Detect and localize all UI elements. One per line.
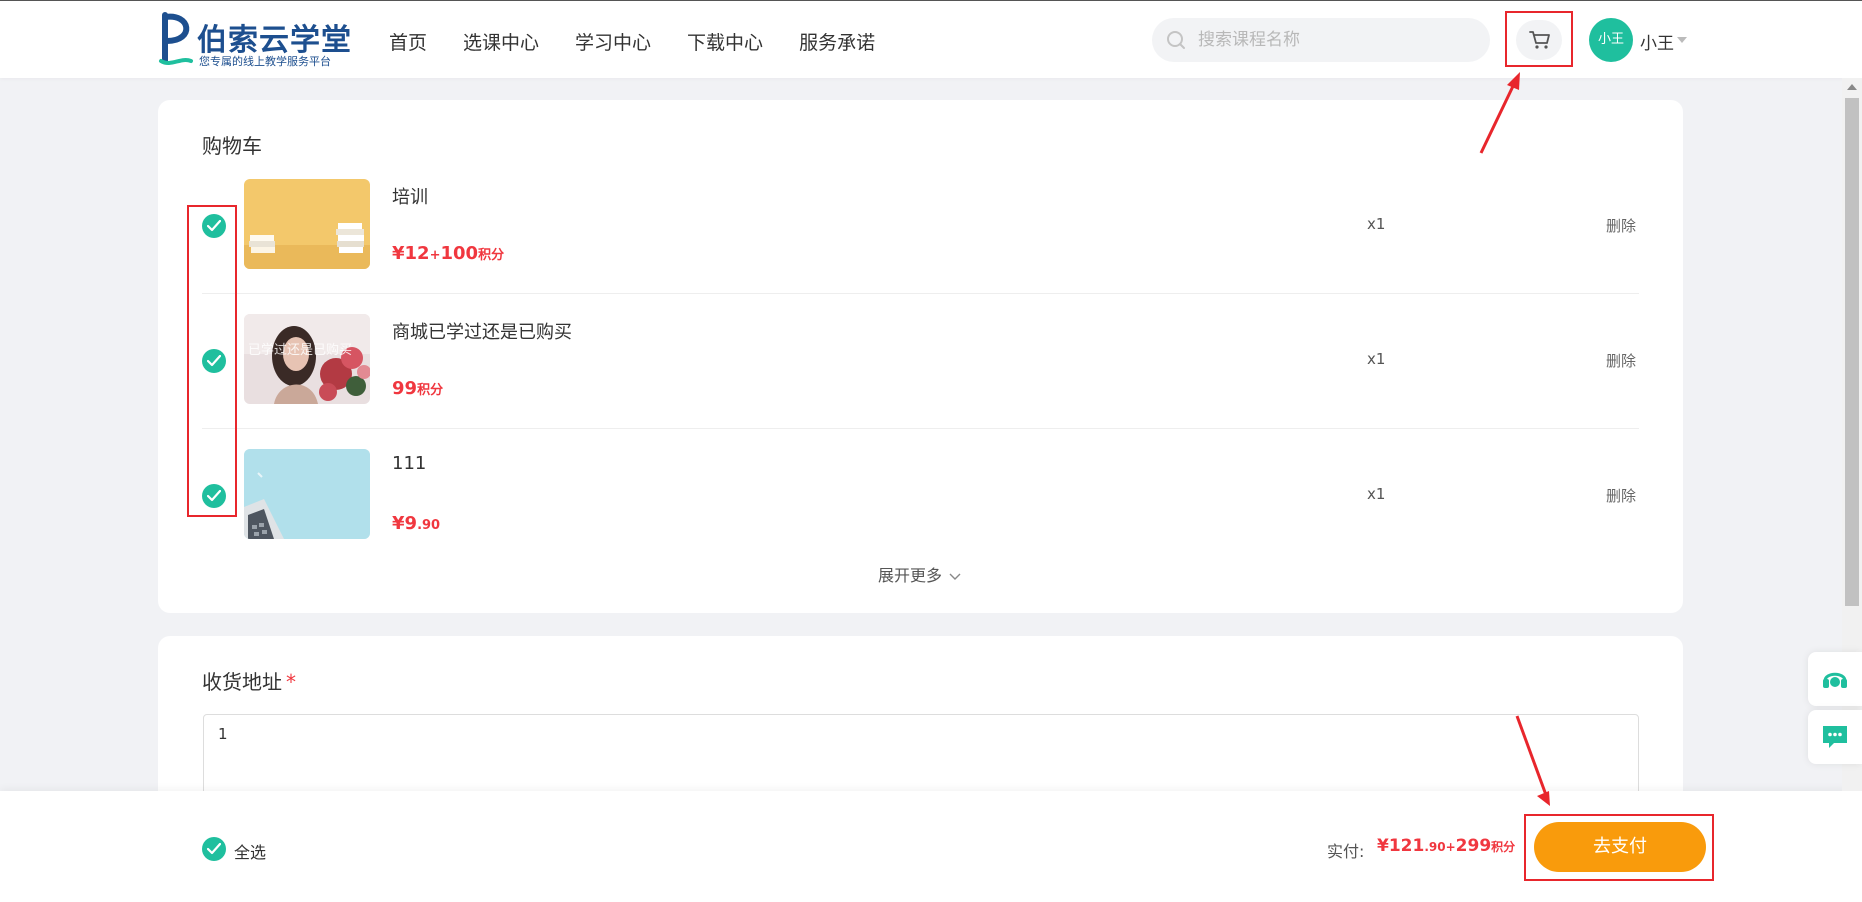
chat-button[interactable] [1808, 710, 1862, 764]
scrollbar-thumb[interactable] [1845, 98, 1859, 606]
item-price: 99积分 [392, 378, 444, 399]
search-icon[interactable] [1166, 30, 1186, 50]
item-quantity: x1 [1367, 215, 1386, 233]
required-mark: * [286, 670, 296, 694]
nav-course-center[interactable]: 选课中心 [463, 28, 539, 55]
item-name[interactable]: 培训 [392, 183, 428, 209]
item-thumbnail[interactable] [244, 179, 370, 269]
divider [202, 428, 1639, 429]
select-all-label[interactable]: 全选 [234, 839, 266, 863]
item-name[interactable]: 商城已学过还是已购买 [392, 318, 572, 344]
annotation-box-checkboxes [187, 205, 237, 517]
check-icon [207, 843, 221, 855]
logo-p-icon [159, 12, 193, 65]
nav-learning-center[interactable]: 学习中心 [575, 28, 651, 55]
item-thumbnail[interactable]: 已学过还是已购买 [244, 314, 370, 404]
item-quantity: x1 [1367, 350, 1386, 368]
delete-button[interactable]: 删除 [1606, 350, 1636, 371]
total-amount: ¥121.90+299积分 [1377, 836, 1516, 856]
item-quantity: x1 [1367, 485, 1386, 503]
user-menu-caret-icon[interactable] [1677, 37, 1687, 43]
nav-home[interactable]: 首页 [389, 28, 427, 55]
chat-icon [1823, 726, 1847, 748]
item-price: ¥9.90 [392, 513, 441, 534]
item-price: ¥12+100积分 [392, 243, 505, 264]
divider [202, 293, 1639, 294]
item-thumbnail[interactable] [244, 449, 370, 539]
select-all-checkbox[interactable] [202, 837, 226, 861]
address-title: 收货地址 * [202, 670, 296, 694]
headset-icon [1823, 672, 1847, 688]
top-header: 伯索云学堂 您专属的线上教学服务平台 首页 选课中心 学习中心 下载中心 服务承… [0, 0, 1862, 78]
chevron-down-icon [949, 573, 961, 580]
nav-service-promise[interactable]: 服务承诺 [799, 28, 875, 55]
logo-subtitle: 您专属的线上教学服务平台 [199, 55, 331, 68]
delete-button[interactable]: 删除 [1606, 215, 1636, 236]
svg-text:已学过还是已购买: 已学过还是已购买 [248, 342, 352, 358]
search-box [1152, 18, 1490, 62]
cart-title: 购物车 [202, 134, 262, 158]
site-logo[interactable]: 伯索云学堂 您专属的线上教学服务平台 [157, 9, 351, 69]
expand-more-label: 展开更多 [878, 566, 943, 585]
username[interactable]: 小王 [1640, 29, 1674, 54]
cart-item: 已学过还是已购买 商城已学过还是已购买 99积分 x1 删除 [158, 314, 1683, 449]
nav-download-center[interactable]: 下载中心 [687, 28, 763, 55]
expand-more-button[interactable]: 展开更多 [878, 562, 961, 586]
total-label: 实付: [1327, 842, 1365, 861]
annotation-box-pay [1524, 814, 1714, 881]
avatar[interactable]: 小王 [1589, 18, 1633, 62]
item-name[interactable]: 111 [392, 453, 426, 474]
annotation-box-cart [1505, 11, 1573, 67]
search-input[interactable] [1196, 18, 1476, 62]
cart-card: 购物车 培训 ¥12+100积分 x1 删除 已学过还是已购买 商城已学过还是已… [158, 100, 1683, 613]
scroll-up-arrow-icon[interactable] [1847, 84, 1857, 90]
main-nav: 首页 选课中心 学习中心 下载中心 服务承诺 [389, 28, 911, 55]
delete-button[interactable]: 删除 [1606, 485, 1636, 506]
cart-item: 培训 ¥12+100积分 x1 删除 [158, 179, 1683, 314]
customer-service-button[interactable] [1808, 652, 1862, 706]
